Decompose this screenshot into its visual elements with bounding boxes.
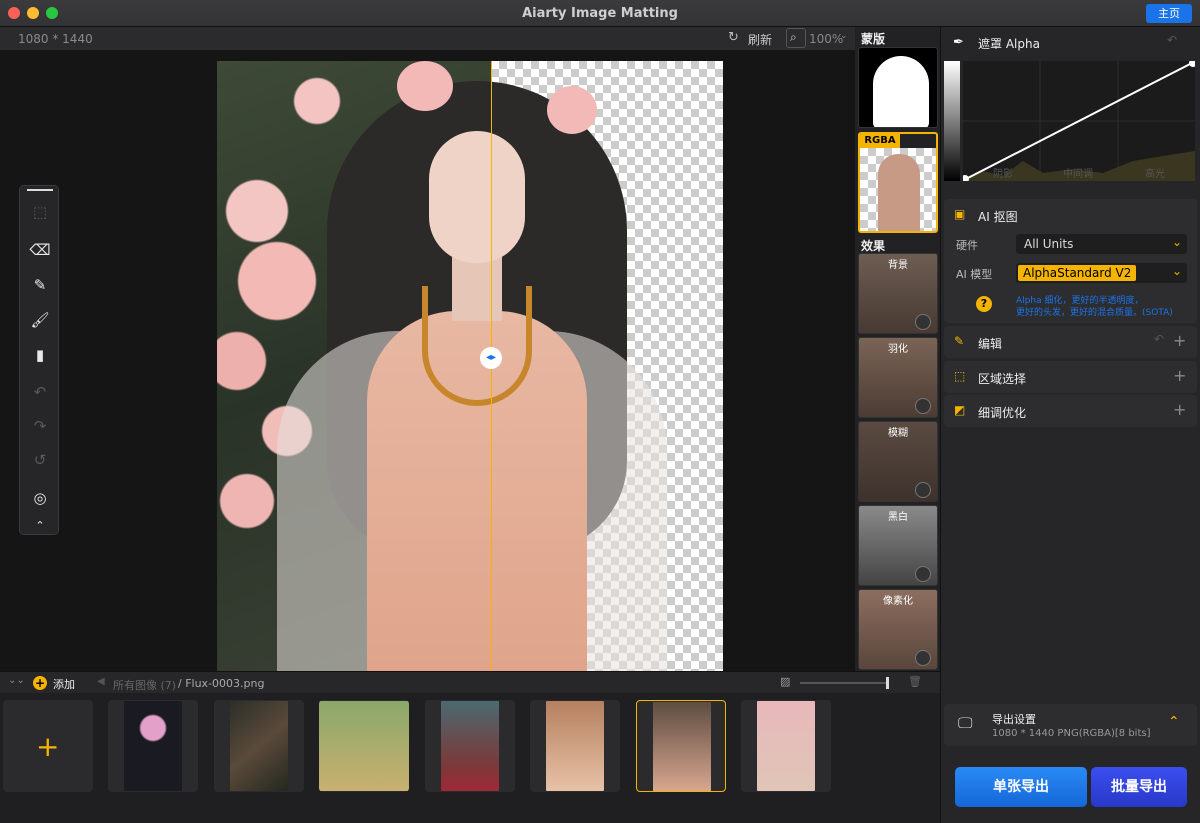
title-bar: Aiarty Image Matting 主页 [0, 0, 1200, 27]
image-dimensions: 1080 * 1440 [18, 32, 93, 46]
right-panel: ✒ 遮罩 Alpha ↶ 阴影 中间调 高光 ▣ AI 抠图 硬件 All Un… [940, 27, 1200, 823]
subject-face [429, 131, 525, 263]
brush-icon[interactable]: ✎ [26, 271, 54, 299]
reset-icon[interactable]: ↺ [26, 446, 54, 474]
export-settings[interactable]: 🖵 导出设置 1080 * 1440 PNG(RGBA)[8 bits] ⌃ [944, 704, 1197, 746]
tool-palette: ⬚ ⌫ ✎ 🖌 ▮ ↶ ↷ ↺ ◎ ⌃ [19, 185, 59, 535]
eyedropper-icon[interactable]: ✒ [953, 35, 964, 50]
alpha-gradient-bar [944, 61, 960, 181]
collapse-down-icon[interactable]: ⌄⌄ [8, 675, 25, 686]
chevron-down-icon: ⌄ [1172, 264, 1183, 278]
breadcrumb-all[interactable]: 所有图像 (7) [113, 677, 176, 693]
hair-flower [397, 61, 453, 111]
image-thumbnail[interactable] [530, 700, 620, 792]
edit-icon: ✎ [954, 334, 965, 348]
search-icon[interactable]: ⌕ [790, 30, 797, 45]
image-thumbnail-selected[interactable] [636, 700, 726, 792]
window-title: Aiarty Image Matting [522, 6, 678, 21]
add-icon[interactable]: + [33, 676, 47, 690]
ai-model-select[interactable]: AlphaStandard V2 ⌄ [1016, 263, 1187, 283]
image-thumbnail[interactable] [741, 700, 831, 792]
alpha-curve-graph[interactable] [961, 59, 1197, 183]
effect-blur[interactable]: 模糊 [858, 421, 938, 502]
single-export-button[interactable]: 单张导出 [955, 767, 1087, 807]
hardware-select[interactable]: All Units ⌄ [1016, 234, 1187, 254]
mask-view-icon[interactable]: ◎ [26, 484, 54, 512]
compare-handle-icon[interactable]: ◂▸ [480, 347, 502, 369]
export-settings-icon: 🖵 [958, 714, 973, 732]
zoom-level[interactable]: 100% [809, 32, 843, 46]
refresh-icon[interactable]: ↻ [728, 30, 739, 45]
image-thumbnail[interactable] [108, 700, 198, 792]
breadcrumb-file: / Flux-0003.png [178, 677, 265, 690]
canvas-toolbar: 1080 * 1440 ↻ 刷新 ⌕ 100% ⌄ [0, 27, 855, 50]
refresh-button[interactable]: 刷新 [748, 31, 772, 48]
edit-section[interactable]: ✎ 编辑 ↶ + [944, 326, 1197, 358]
region-select-section[interactable]: ⬚ 区域选择 + [944, 361, 1197, 393]
redo-icon[interactable]: ↷ [26, 412, 54, 440]
paint-brush-icon[interactable]: 🖌 [26, 306, 54, 334]
delete-icon[interactable]: 🗑 [908, 675, 922, 688]
help-icon[interactable]: ? [976, 296, 992, 312]
collapse-icon[interactable]: ⌃ [26, 511, 54, 539]
home-button[interactable]: 主页 [1146, 4, 1192, 23]
effects-label: 效果 [861, 239, 886, 253]
effect-pixelate[interactable]: 像素化 [858, 589, 938, 670]
rgba-badge: RGBA [860, 134, 900, 148]
expand-up-icon[interactable]: ⌃ [1168, 714, 1180, 730]
effect-background[interactable]: 背景 [858, 253, 938, 334]
add-icon[interactable]: + [1173, 400, 1186, 419]
add-icon[interactable]: + [1173, 331, 1186, 350]
mask-label: 蒙版 [861, 32, 886, 46]
image-strip: + [0, 693, 940, 823]
add-icon[interactable]: + [1173, 366, 1186, 385]
effect-black-white[interactable]: 黑白 [858, 505, 938, 586]
hair-flower [547, 86, 597, 134]
alpha-curve[interactable]: 阴影 中间调 高光 [961, 59, 1197, 183]
palette-grip[interactable] [27, 189, 53, 191]
mask-thumbnail[interactable] [858, 47, 938, 128]
add-image-button[interactable]: 添加 [53, 676, 75, 692]
roller-icon[interactable]: ▮ [26, 341, 54, 369]
image-thumbnail[interactable] [425, 700, 515, 792]
refine-section[interactable]: ◩ 细调优化 + [944, 395, 1197, 427]
plus-icon: + [36, 730, 60, 763]
select-icon[interactable]: ⬚ [26, 198, 54, 226]
chevron-down-icon[interactable]: ⌄ [840, 31, 848, 41]
undo-icon[interactable]: ↶ [26, 378, 54, 406]
chevron-down-icon: ⌄ [1172, 235, 1183, 249]
preview-thumbnails: 蒙版 RGBA 效果 背景 羽化 模糊 黑白 像素化 [855, 27, 940, 671]
subject-necklace [422, 286, 532, 406]
undo-icon[interactable]: ↶ [1154, 332, 1164, 346]
preview-image[interactable]: ◂▸ [217, 61, 723, 671]
image-thumbnail[interactable] [319, 700, 409, 792]
back-arrow-icon[interactable]: ◀ [97, 676, 105, 687]
region-icon: ⬚ [954, 369, 966, 383]
eraser-icon[interactable]: ⌫ [26, 236, 54, 264]
effect-feather[interactable]: 羽化 [858, 337, 938, 418]
thumbnail-size-icon: ▨ [780, 675, 791, 688]
ai-matting-section: ▣ AI 抠图 硬件 All Units ⌄ AI 模型 AlphaStanda… [944, 199, 1197, 323]
rgba-thumbnail[interactable]: RGBA [858, 132, 938, 233]
thumbnail-size-slider[interactable] [800, 682, 888, 684]
image-list-bar: ⌄⌄ + 添加 ◀ 所有图像 (7) / Flux-0003.png ▨ 🗑 [0, 671, 940, 693]
add-image-card[interactable]: + [3, 700, 93, 792]
alpha-undo-icon[interactable]: ↶ [1167, 33, 1177, 47]
refine-icon: ◩ [954, 403, 966, 417]
image-icon: ▣ [954, 207, 966, 221]
image-thumbnail[interactable] [214, 700, 304, 792]
alpha-title: 遮罩 Alpha [978, 37, 1040, 51]
batch-export-button[interactable]: 批量导出 [1091, 767, 1187, 807]
slider-handle[interactable] [886, 677, 889, 689]
ai-matting-title: AI 抠图 [978, 210, 1018, 224]
